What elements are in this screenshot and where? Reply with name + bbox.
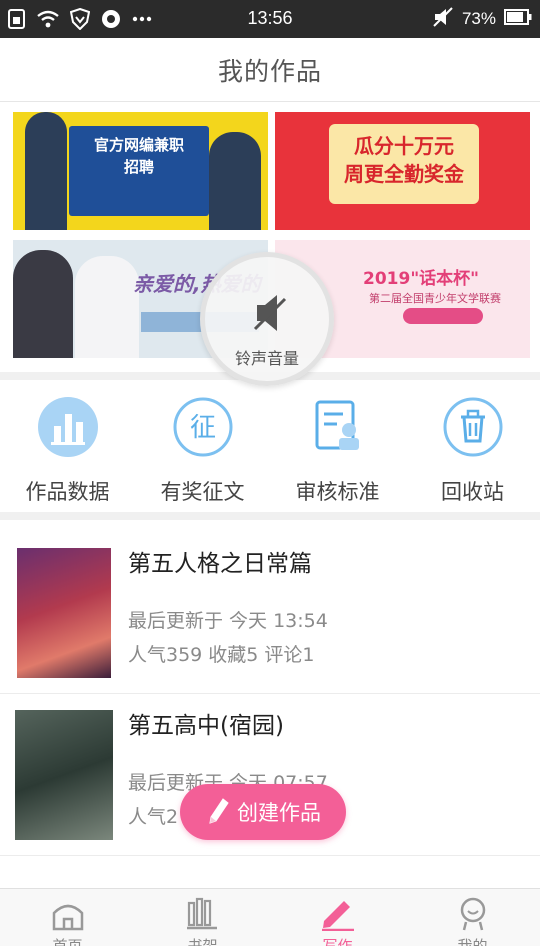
work-item[interactable]: 第五人格之日常篇 最后更新于 今天 13:54 人气359 收藏5 评论1 [0, 534, 540, 694]
create-work-button[interactable]: 创建作品 [180, 784, 346, 840]
home-icon [50, 897, 86, 935]
battery-percent: 73% [461, 9, 496, 28]
pencil-icon [205, 795, 231, 829]
work-stats: 人气2 [128, 806, 179, 828]
banner-figure [25, 112, 67, 230]
volume-label: 铃声音量 [234, 349, 299, 368]
work-title: 第五高中(宿园) [128, 713, 284, 739]
banner-figure [209, 132, 261, 230]
work-stats: 人气359 收藏5 评论1 [128, 644, 315, 666]
nav-label: 我的 [457, 937, 488, 946]
trash-icon [442, 396, 504, 458]
action-review-standards[interactable]: 审核标准 [270, 392, 405, 504]
page-header: 我的作品 [0, 38, 540, 102]
pen-icon [320, 897, 356, 935]
action-label: 回收站 [441, 480, 504, 504]
action-recycle-bin[interactable]: 回收站 [405, 392, 540, 504]
contest-badge-icon: 征 [172, 396, 234, 458]
svg-text:征: 征 [190, 413, 216, 443]
nav-label: 首页 [52, 937, 83, 946]
banner-figure [13, 250, 73, 358]
status-bar: 13:56 73% [0, 0, 540, 38]
banner-figure [75, 256, 139, 358]
banner-tag [403, 308, 483, 324]
work-cover [15, 710, 113, 840]
nav-profile[interactable]: 我的 [405, 889, 540, 946]
create-work-label: 创建作品 [237, 801, 321, 825]
mute-icon [432, 6, 454, 33]
bar-chart-icon [37, 396, 99, 458]
work-title: 第五人格之日常篇 [128, 551, 312, 577]
nav-write[interactable]: 写作 [270, 889, 405, 946]
bottom-nav: 首页 书架 写作 我的 [0, 888, 540, 946]
banner-caption: 瓜分十万元 周更全勤奖金 [344, 134, 464, 186]
bookshelf-icon [185, 897, 221, 935]
nav-label: 书架 [187, 937, 218, 946]
nav-bookshelf[interactable]: 书架 [135, 889, 270, 946]
action-contest[interactable]: 征 有奖征文 [135, 392, 270, 504]
review-doc-icon [307, 396, 369, 458]
speaker-muted-icon [253, 293, 287, 337]
quick-actions: 作品数据 征 有奖征文 审核标准 回收站 [0, 382, 540, 512]
profile-icon [455, 897, 491, 935]
section-divider [0, 512, 540, 520]
banner-caption: 官方网编兼职 招聘 [93, 136, 184, 176]
nav-label: 写作 [322, 937, 353, 946]
banner-subcaption: 第二届全国青少年文学联赛 [369, 292, 501, 305]
action-label: 审核标准 [295, 480, 380, 504]
nav-home[interactable]: 首页 [0, 889, 135, 946]
work-cover [17, 548, 111, 678]
battery-icon [504, 8, 532, 30]
page-title: 我的作品 [217, 57, 322, 86]
action-label: 作品数据 [25, 480, 110, 504]
banner-caption: 2019"话本杯" [363, 269, 480, 289]
banner-recruit[interactable]: 官方网编兼职 招聘 [13, 112, 268, 230]
action-label: 有奖征文 [160, 480, 245, 504]
work-updated: 最后更新于 今天 13:54 [128, 610, 328, 632]
action-work-data[interactable]: 作品数据 [0, 392, 135, 504]
banner-bonus[interactable]: 瓜分十万元 周更全勤奖金 [275, 112, 530, 230]
status-icons-right: 73% [432, 6, 532, 32]
volume-overlay: 铃声音量 [200, 252, 334, 386]
